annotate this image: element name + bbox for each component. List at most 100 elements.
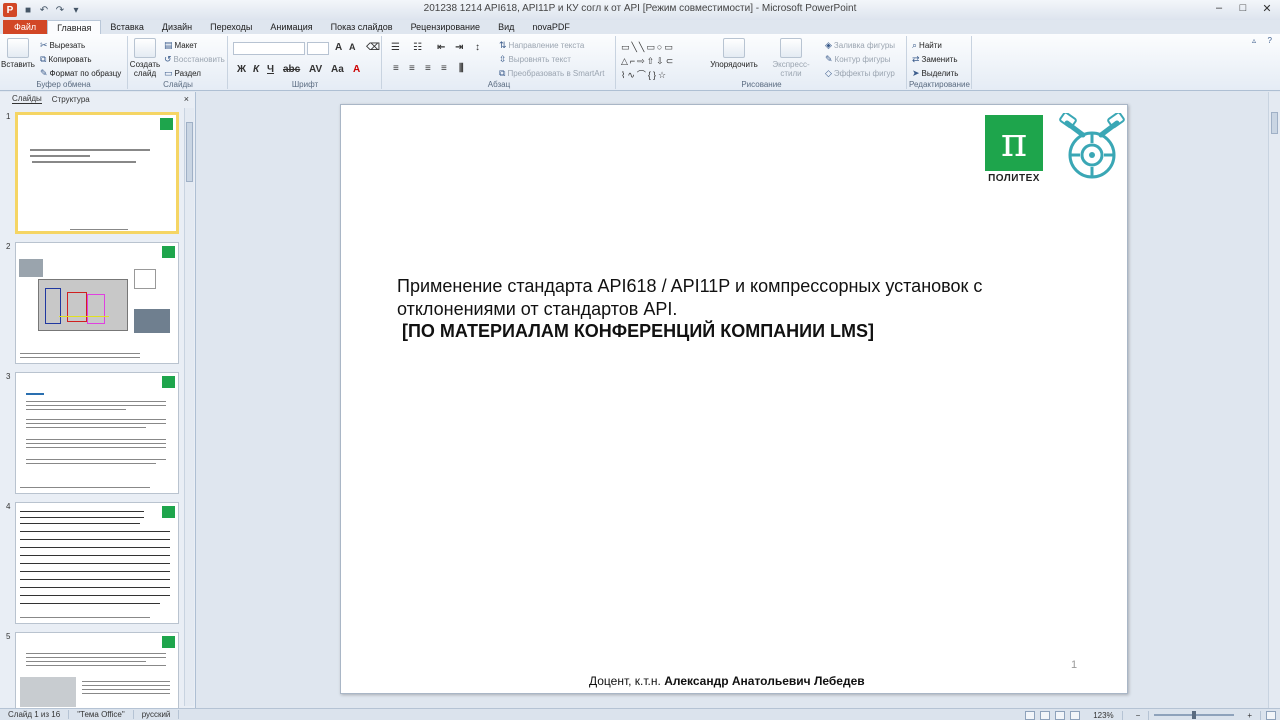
thumb-text-line [20,617,150,618]
zoom-slider-knob[interactable] [1192,711,1197,719]
close-button[interactable]: ✕ [1260,2,1274,15]
bold-icon[interactable]: Ж [237,64,246,75]
scrollbar-thumb[interactable] [186,122,193,182]
arrange-button[interactable]: Упорядочить [710,38,758,69]
thumbnail-scrollbar[interactable] [184,108,194,706]
slide-canvas[interactable]: π ПОЛИТЕХ Применение стандарта API618 / … [340,104,1128,694]
spacing-icon[interactable]: AV [309,64,322,75]
tab-animation[interactable]: Анимация [261,20,321,34]
logo-thumb-icon [162,506,175,518]
tab-novapdf[interactable]: novaPDF [523,20,579,34]
shape-outline-button[interactable]: ✎ Контур фигуры [825,54,891,65]
paste-button[interactable]: Вставить [1,38,35,69]
layout-button[interactable]: ▤ Макет [164,40,197,51]
align-center-icon[interactable]: ≡ [409,63,415,74]
text-direction-button[interactable]: ⇅ Направление текста [499,40,584,51]
tab-slides-panel[interactable]: Слайды [12,94,42,104]
thumb-text-line [26,459,166,460]
slide-thumbnail[interactable] [15,632,179,708]
reading-view-icon[interactable] [1055,710,1066,720]
fit-to-window-icon[interactable] [1266,710,1276,720]
tab-slideshow[interactable]: Показ слайдов [322,20,402,34]
tab-home[interactable]: Главная [47,20,102,34]
case-icon[interactable]: Aa [331,64,344,75]
italic-icon[interactable]: К [253,64,259,75]
slideshow-view-icon[interactable] [1070,710,1081,720]
slide-thumbnail[interactable] [15,112,179,234]
slide-subtitle[interactable]: [ПО МАТЕРИАЛАМ КОНФЕРЕНЦИЙ КОМПАНИИ LMS] [402,321,874,342]
redo-icon[interactable]: ↷ [53,3,67,17]
replace-button[interactable]: ⇄ Заменить [912,54,958,65]
undo-icon[interactable]: ↶ [37,3,51,17]
slide-author[interactable]: Доцент, к.т.н. Александр Анатольевич Леб… [589,674,865,688]
slide-thumbnail[interactable] [15,372,179,494]
tab-view[interactable]: Вид [489,20,523,34]
bullets-icon[interactable]: ☰ [391,42,400,53]
thumb-text-line [30,149,150,151]
minimize-ribbon-icon[interactable]: ▵ [1252,36,1256,45]
quick-styles-button[interactable]: Экспресс-стили [763,38,819,78]
grow-font-icon[interactable]: A [335,42,342,53]
decrease-indent-icon[interactable]: ⇤ [437,42,445,53]
smartart-button[interactable]: ⧉ Преобразовать в SmartArt [499,68,604,79]
tab-file[interactable]: Файл [3,20,48,34]
help-icon[interactable]: ? [1268,36,1272,45]
tab-insert[interactable]: Вставка [101,20,152,34]
numbering-icon[interactable]: ☷ [413,42,422,53]
maximize-button[interactable]: □ [1236,2,1250,15]
editor-scrollbar[interactable] [1268,92,1280,708]
align-left-icon[interactable]: ≡ [393,63,399,74]
thumb-text-line [26,427,146,428]
thumb-text-line [26,657,166,658]
font-name-combo[interactable] [233,42,305,55]
zoom-out-icon[interactable]: − [1128,710,1150,720]
copy-button[interactable]: ⧉ Копировать [40,54,92,65]
thumb-text-line [70,229,128,230]
slide-title[interactable]: Применение стандарта API618 / API11P и к… [397,275,1057,321]
clipboard-group: Вставить ✂ Вырезать ⧉ Копировать ✎ Формат п… [0,36,128,89]
shape-effects-button[interactable]: ◇ Эффекты фигур [825,68,895,79]
section-button[interactable]: ▭ Раздел [164,68,201,79]
tab-review[interactable]: Рецензирование [402,20,490,34]
reset-button[interactable]: ↺ Восстановить [164,54,225,65]
tab-transitions[interactable]: Переходы [201,20,261,34]
slide-sorter-icon[interactable] [1040,710,1051,720]
columns-icon[interactable]: ⫼ [459,63,464,74]
tab-outline-panel[interactable]: Структура [52,95,90,104]
powerpoint-app-icon[interactable]: P [3,3,17,17]
clear-format-icon[interactable]: ⌫ [366,42,380,53]
scrollbar-thumb[interactable] [1271,112,1278,134]
zoom-slider[interactable] [1154,711,1235,719]
zoom-level[interactable]: 123% [1085,710,1123,720]
justify-icon[interactable]: ≡ [441,63,447,74]
close-panel-icon[interactable]: × [184,94,189,104]
increase-indent-icon[interactable]: ⇥ [455,42,463,53]
underline-icon[interactable]: Ч [267,64,274,75]
theme-name[interactable]: "Тема Office" [69,710,134,719]
format-painter-button[interactable]: ✎ Формат по образцу [40,68,121,79]
align-right-icon[interactable]: ≡ [425,63,431,74]
line-spacing-icon[interactable]: ↕ [475,42,480,53]
language[interactable]: русский [134,710,180,719]
zoom-in-icon[interactable]: + [1239,710,1261,720]
cut-button[interactable]: ✂ Вырезать [40,40,85,51]
normal-view-icon[interactable] [1025,710,1036,720]
slide-thumbnail[interactable] [15,242,179,364]
customize-qat-icon[interactable]: ▾ [69,3,83,17]
new-slide-button[interactable]: Создать слайд [130,38,160,78]
font-color-icon[interactable]: A [353,64,360,75]
tab-design[interactable]: Дизайн [153,20,201,34]
save-icon[interactable]: ■ [21,3,35,17]
slide-thumbnail[interactable] [15,502,179,624]
strikethrough-icon[interactable]: abc [283,64,300,75]
shape-fill-button[interactable]: ◈ Заливка фигуры [825,40,895,51]
shrink-font-icon[interactable]: A [349,42,356,52]
shapes-gallery[interactable]: ▭╲╲▭○▭ △⌐⇨⇧⇩⊂ ⌇∿⌒{}☆ [621,40,705,82]
minimize-button[interactable]: – [1212,2,1226,15]
paste-icon [7,38,29,58]
thumb-text-line [26,439,166,440]
align-text-button[interactable]: ⇳ Выровнять текст [499,54,571,65]
select-button[interactable]: ➤ Выделить [912,68,958,79]
find-button[interactable]: ⌕ Найти [912,40,942,51]
font-size-combo[interactable] [307,42,329,55]
